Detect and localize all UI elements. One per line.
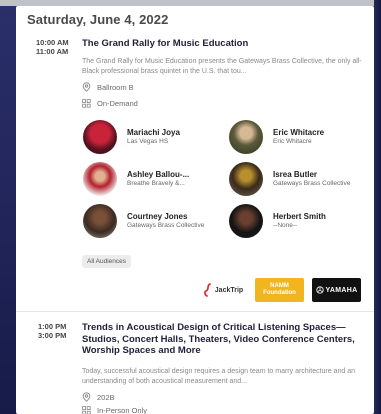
grid-format-icon <box>82 406 91 414</box>
audience-badge[interactable]: All Audiences <box>82 255 132 268</box>
speaker-card[interactable]: Isrea Butler Gateways Brass Collective <box>229 162 350 196</box>
speaker-name: Mariachi Joya <box>127 128 180 137</box>
date-heading: Saturday, June 4, 2022 <box>27 12 169 27</box>
yamaha-logo <box>315 286 324 294</box>
session-time: 10:00 AM 11:00 AM <box>36 38 76 56</box>
jacktrip-logo <box>203 283 211 297</box>
grid-format-icon <box>82 99 91 108</box>
window-edge <box>374 0 381 414</box>
speaker-card[interactable]: Herbert Smith --None-- <box>229 204 326 238</box>
sponsor-name: JackTrip <box>214 286 244 294</box>
speaker-card[interactable]: Courtney Jones Gateways Brass Collective <box>83 204 204 238</box>
avatar <box>229 162 263 196</box>
session-format-text: On-Demand <box>97 99 138 108</box>
session-location: 202B <box>82 392 115 402</box>
schedule-card: Saturday, June 4, 2022 10:00 AM 11:00 AM… <box>16 6 374 414</box>
session-divider <box>16 311 374 312</box>
speaker-org: Eric Whitacre <box>273 138 312 145</box>
sponsor-name: YAMAHA <box>325 286 358 294</box>
avatar <box>83 120 117 154</box>
speaker-card[interactable]: Mariachi Joya Las Vegas HS <box>83 120 180 154</box>
sponsor-name: NAMM Foundation <box>263 283 296 296</box>
session-end-time: 11:00 AM <box>36 47 69 56</box>
speaker-name: Herbert Smith <box>273 212 326 221</box>
session-description: Today, successful acoustical design requ… <box>82 368 356 385</box>
session-location-text: 202B <box>97 392 115 402</box>
location-pin-icon <box>82 392 91 402</box>
session-format: In-Person Only <box>82 406 147 414</box>
location-pin-icon <box>82 82 91 92</box>
avatar <box>83 162 117 196</box>
speaker-org: Gateways Brass Collective <box>127 222 205 229</box>
session-title[interactable]: Trends in Acoustical Design of Critical … <box>82 322 368 357</box>
avatar <box>83 204 117 238</box>
speaker-org: Breathe Bravely &... <box>127 180 185 187</box>
sponsor-namm[interactable]: NAMM Foundation <box>255 278 304 302</box>
session-time: 1:00 PM 3:00 PM <box>36 322 76 340</box>
speaker-card[interactable]: Eric Whitacre Eric Whitacre <box>229 120 324 154</box>
sponsor-yamaha[interactable]: YAMAHA <box>312 278 361 302</box>
session-location: Ballroom B <box>82 82 134 92</box>
avatar <box>229 204 263 238</box>
speaker-card[interactable]: Ashley Ballou-... Breathe Bravely &... <box>83 162 189 196</box>
session-description: The Grand Rally for Music Education pres… <box>82 58 362 75</box>
speaker-name: Eric Whitacre <box>273 128 325 137</box>
session-location-text: Ballroom B <box>97 82 134 92</box>
speaker-name: Ashley Ballou-... <box>127 170 190 179</box>
speaker-org: Las Vegas HS <box>127 138 169 145</box>
session-start-time: 1:00 PM <box>38 322 67 331</box>
speaker-name: Isrea Butler <box>273 170 318 179</box>
session-format-text: In-Person Only <box>97 406 148 414</box>
avatar <box>229 120 263 154</box>
speaker-name: Courtney Jones <box>127 212 188 221</box>
session-format: On-Demand <box>82 99 138 108</box>
session-start-time: 10:00 AM <box>36 38 69 47</box>
speaker-org: --None-- <box>273 222 298 229</box>
sponsor-jacktrip[interactable]: JackTrip <box>198 278 248 302</box>
speaker-org: Gateways Brass Collective <box>273 180 351 187</box>
session-title[interactable]: The Grand Rally for Music Education <box>82 38 368 50</box>
session-end-time: 3:00 PM <box>38 331 67 340</box>
